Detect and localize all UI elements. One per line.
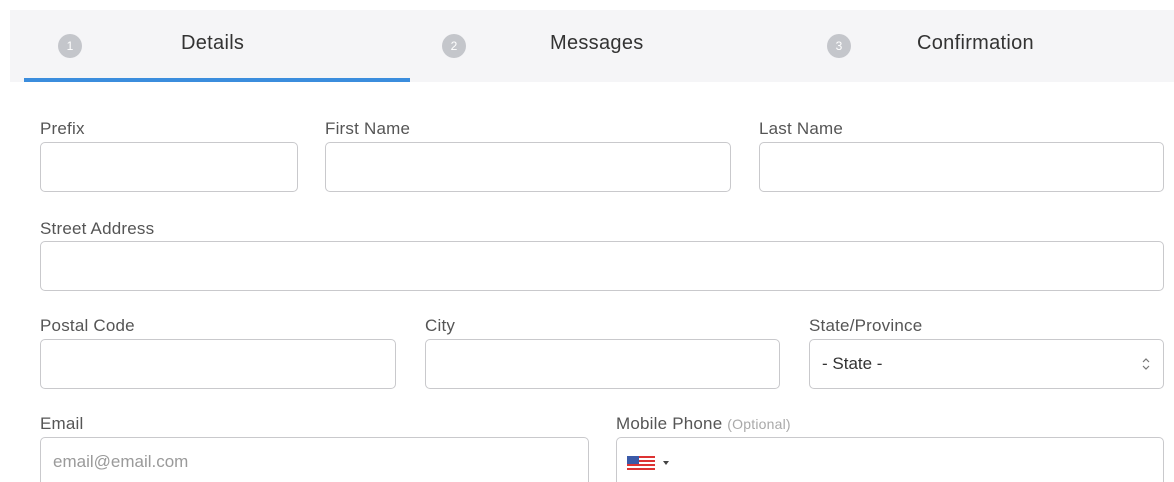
last-name-label: Last Name (759, 119, 844, 138)
postal-code-input[interactable] (40, 339, 396, 389)
us-flag-icon (627, 456, 655, 470)
updown-chevron-icon (1142, 358, 1150, 370)
tab-label: Messages (550, 32, 644, 54)
street-address-input[interactable] (40, 241, 1164, 291)
tab-details[interactable]: 1 Details (10, 10, 410, 82)
step-number-badge: 2 (442, 34, 466, 58)
tab-label: Confirmation (917, 32, 1034, 54)
caret-down-icon (663, 461, 669, 465)
step-number-badge: 1 (58, 34, 82, 58)
city-input[interactable] (425, 339, 780, 389)
tab-label: Details (181, 32, 245, 54)
postal-code-label: Postal Code (40, 316, 135, 335)
optional-hint: (Optional) (727, 416, 791, 432)
prefix-input[interactable] (40, 142, 298, 192)
state-label: State/Province (809, 316, 923, 335)
first-name-input[interactable] (325, 142, 731, 192)
state-select-value: - State - (822, 354, 883, 373)
street-address-label: Street Address (40, 219, 155, 238)
mobile-phone-label-text: Mobile Phone (616, 414, 723, 433)
first-name-label: First Name (325, 119, 411, 138)
mobile-phone-input[interactable] (616, 437, 1164, 482)
prefix-label: Prefix (40, 119, 85, 138)
tab-messages[interactable]: 2 Messages (410, 10, 795, 82)
tab-confirmation[interactable]: 3 Confirmation (795, 10, 1174, 82)
last-name-input[interactable] (759, 142, 1164, 192)
step-number-badge: 3 (827, 34, 851, 58)
country-code-dropdown[interactable] (627, 456, 669, 470)
mobile-phone-label: Mobile Phone (Optional) (616, 414, 791, 434)
email-label: Email (40, 414, 84, 433)
state-select[interactable]: - State - (809, 339, 1164, 389)
city-label: City (425, 316, 456, 335)
active-tab-indicator (24, 78, 410, 82)
email-input[interactable] (40, 437, 589, 482)
step-tabs: 1 Details 2 Messages 3 Confirmation (10, 10, 1174, 82)
